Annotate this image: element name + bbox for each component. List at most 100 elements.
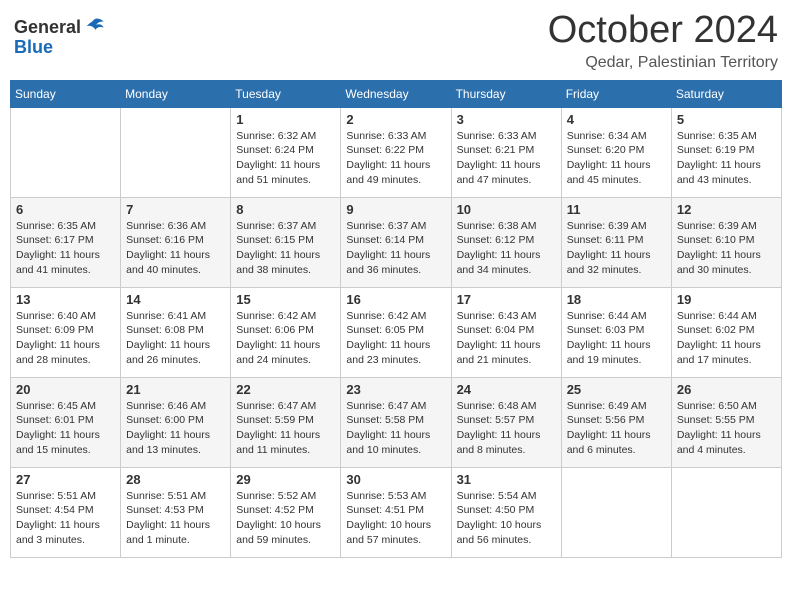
day-number: 19 <box>677 292 776 307</box>
day-info: Sunrise: 6:42 AMSunset: 6:05 PMDaylight:… <box>346 309 445 368</box>
logo-blue: Blue <box>14 37 53 57</box>
calendar-cell: 5 Sunrise: 6:35 AMSunset: 6:19 PMDaylight… <box>671 107 781 197</box>
day-info: Sunrise: 6:44 AMSunset: 6:02 PMDaylight:… <box>677 309 776 368</box>
day-info: Sunrise: 6:39 AMSunset: 6:11 PMDaylight:… <box>567 219 666 278</box>
calendar-cell: 4 Sunrise: 6:34 AMSunset: 6:20 PMDaylight… <box>561 107 671 197</box>
calendar-header-row: SundayMondayTuesdayWednesdayThursdayFrid… <box>11 80 782 107</box>
day-info: Sunrise: 6:44 AMSunset: 6:03 PMDaylight:… <box>567 309 666 368</box>
day-info: Sunrise: 6:50 AMSunset: 5:55 PMDaylight:… <box>677 399 776 458</box>
calendar-cell <box>671 467 781 557</box>
weekday-header-sunday: Sunday <box>11 80 121 107</box>
calendar-cell: 25Sunrise: 6:49 AMSunset: 5:56 PMDayligh… <box>561 377 671 467</box>
day-info: Sunrise: 6:47 AMSunset: 5:58 PMDaylight:… <box>346 399 445 458</box>
day-number: 12 <box>677 202 776 217</box>
calendar-cell: 30Sunrise: 5:53 AMSunset: 4:51 PMDayligh… <box>341 467 451 557</box>
day-info: Sunrise: 6:48 AMSunset: 5:57 PMDaylight:… <box>457 399 556 458</box>
calendar-cell <box>11 107 121 197</box>
day-number: 11 <box>567 202 666 217</box>
day-number: 14 <box>126 292 225 307</box>
day-number: 20 <box>16 382 115 397</box>
day-info: Sunrise: 6:49 AMSunset: 5:56 PMDaylight:… <box>567 399 666 458</box>
weekday-header-tuesday: Tuesday <box>231 80 341 107</box>
day-info: Sunrise: 5:54 AMSunset: 4:50 PMDaylight:… <box>457 489 556 548</box>
day-number: 8 <box>236 202 335 217</box>
title-area: October 2024 Qedar, Palestinian Territor… <box>548 10 778 72</box>
day-number: 13 <box>16 292 115 307</box>
calendar-cell: 20 Sunrise: 6:45 AMSunset: 6:01 PMDayligh… <box>11 377 121 467</box>
day-number: 31 <box>457 472 556 487</box>
day-info: Sunrise: 6:40 AMSunset: 6:09 PMDaylight:… <box>16 309 115 368</box>
calendar-cell: 16 Sunrise: 6:42 AMSunset: 6:05 PMDayligh… <box>341 287 451 377</box>
day-number: 6 <box>16 202 115 217</box>
day-number: 9 <box>346 202 445 217</box>
calendar-cell: 17 Sunrise: 6:43 AMSunset: 6:04 PMDayligh… <box>451 287 561 377</box>
calendar-cell: 15Sunrise: 6:42 AMSunset: 6:06 PMDayligh… <box>231 287 341 377</box>
day-info: Sunrise: 6:43 AMSunset: 6:04 PMDaylight:… <box>457 309 556 368</box>
logo-bird-icon <box>83 16 105 38</box>
day-info: Sunrise: 6:35 AMSunset: 6:19 PMDaylight:… <box>677 129 776 188</box>
logo: General Blue <box>14 16 105 58</box>
day-info: Sunrise: 6:36 AMSunset: 6:16 PMDaylight:… <box>126 219 225 278</box>
day-number: 17 <box>457 292 556 307</box>
day-info: Sunrise: 6:33 AMSunset: 6:22 PMDaylight:… <box>346 129 445 188</box>
calendar-cell: 14Sunrise: 6:41 AMSunset: 6:08 PMDayligh… <box>121 287 231 377</box>
calendar-week-row: 6 Sunrise: 6:35 AMSunset: 6:17 PMDaylight… <box>11 197 782 287</box>
calendar-week-row: 1Sunrise: 6:32 AMSunset: 6:24 PMDaylight… <box>11 107 782 197</box>
calendar-cell: 2 Sunrise: 6:33 AMSunset: 6:22 PMDaylight… <box>341 107 451 197</box>
day-info: Sunrise: 6:42 AMSunset: 6:06 PMDaylight:… <box>236 309 335 368</box>
day-info: Sunrise: 6:46 AMSunset: 6:00 PMDaylight:… <box>126 399 225 458</box>
calendar-cell: 28Sunrise: 5:51 AMSunset: 4:53 PMDayligh… <box>121 467 231 557</box>
day-info: Sunrise: 6:35 AMSunset: 6:17 PMDaylight:… <box>16 219 115 278</box>
day-number: 21 <box>126 382 225 397</box>
day-number: 5 <box>677 112 776 127</box>
weekday-header-monday: Monday <box>121 80 231 107</box>
calendar-week-row: 20 Sunrise: 6:45 AMSunset: 6:01 PMDayligh… <box>11 377 782 467</box>
day-number: 16 <box>346 292 445 307</box>
calendar-cell: 3Sunrise: 6:33 AMSunset: 6:21 PMDaylight… <box>451 107 561 197</box>
calendar-cell: 18 Sunrise: 6:44 AMSunset: 6:03 PMDayligh… <box>561 287 671 377</box>
day-number: 2 <box>346 112 445 127</box>
logo-general: General <box>14 18 81 36</box>
calendar-cell: 12 Sunrise: 6:39 AMSunset: 6:10 PMDayligh… <box>671 197 781 287</box>
calendar-cell: 31 Sunrise: 5:54 AMSunset: 4:50 PMDayligh… <box>451 467 561 557</box>
weekday-header-friday: Friday <box>561 80 671 107</box>
day-number: 18 <box>567 292 666 307</box>
day-info: Sunrise: 6:34 AMSunset: 6:20 PMDaylight:… <box>567 129 666 188</box>
calendar-cell: 9 Sunrise: 6:37 AMSunset: 6:14 PMDaylight… <box>341 197 451 287</box>
day-number: 4 <box>567 112 666 127</box>
calendar-cell: 29 Sunrise: 5:52 AMSunset: 4:52 PMDayligh… <box>231 467 341 557</box>
calendar-cell: 6 Sunrise: 6:35 AMSunset: 6:17 PMDaylight… <box>11 197 121 287</box>
day-info: Sunrise: 6:45 AMSunset: 6:01 PMDaylight:… <box>16 399 115 458</box>
calendar-cell: 10 Sunrise: 6:38 AMSunset: 6:12 PMDayligh… <box>451 197 561 287</box>
weekday-header-saturday: Saturday <box>671 80 781 107</box>
calendar-week-row: 13 Sunrise: 6:40 AMSunset: 6:09 PMDayligh… <box>11 287 782 377</box>
day-number: 23 <box>346 382 445 397</box>
calendar-cell: 8Sunrise: 6:37 AMSunset: 6:15 PMDaylight… <box>231 197 341 287</box>
calendar-cell: 1Sunrise: 6:32 AMSunset: 6:24 PMDaylight… <box>231 107 341 197</box>
day-number: 24 <box>457 382 556 397</box>
day-number: 22 <box>236 382 335 397</box>
month-title: October 2024 <box>548 10 778 52</box>
calendar-week-row: 27Sunrise: 5:51 AMSunset: 4:54 PMDayligh… <box>11 467 782 557</box>
day-number: 10 <box>457 202 556 217</box>
day-info: Sunrise: 6:39 AMSunset: 6:10 PMDaylight:… <box>677 219 776 278</box>
weekday-header-thursday: Thursday <box>451 80 561 107</box>
day-info: Sunrise: 5:51 AMSunset: 4:54 PMDaylight:… <box>16 489 115 548</box>
day-number: 7 <box>126 202 225 217</box>
calendar-cell: 24 Sunrise: 6:48 AMSunset: 5:57 PMDayligh… <box>451 377 561 467</box>
day-number: 29 <box>236 472 335 487</box>
calendar-cell: 22 Sunrise: 6:47 AMSunset: 5:59 PMDayligh… <box>231 377 341 467</box>
calendar-cell: 23 Sunrise: 6:47 AMSunset: 5:58 PMDayligh… <box>341 377 451 467</box>
day-info: Sunrise: 6:47 AMSunset: 5:59 PMDaylight:… <box>236 399 335 458</box>
day-info: Sunrise: 5:52 AMSunset: 4:52 PMDaylight:… <box>236 489 335 548</box>
calendar-cell: 27Sunrise: 5:51 AMSunset: 4:54 PMDayligh… <box>11 467 121 557</box>
location-title: Qedar, Palestinian Territory <box>548 54 778 72</box>
day-info: Sunrise: 6:38 AMSunset: 6:12 PMDaylight:… <box>457 219 556 278</box>
weekday-header-wednesday: Wednesday <box>341 80 451 107</box>
calendar-cell: 26Sunrise: 6:50 AMSunset: 5:55 PMDayligh… <box>671 377 781 467</box>
day-info: Sunrise: 6:37 AMSunset: 6:14 PMDaylight:… <box>346 219 445 278</box>
calendar-cell <box>121 107 231 197</box>
day-info: Sunrise: 5:51 AMSunset: 4:53 PMDaylight:… <box>126 489 225 548</box>
day-info: Sunrise: 5:53 AMSunset: 4:51 PMDaylight:… <box>346 489 445 548</box>
day-number: 3 <box>457 112 556 127</box>
